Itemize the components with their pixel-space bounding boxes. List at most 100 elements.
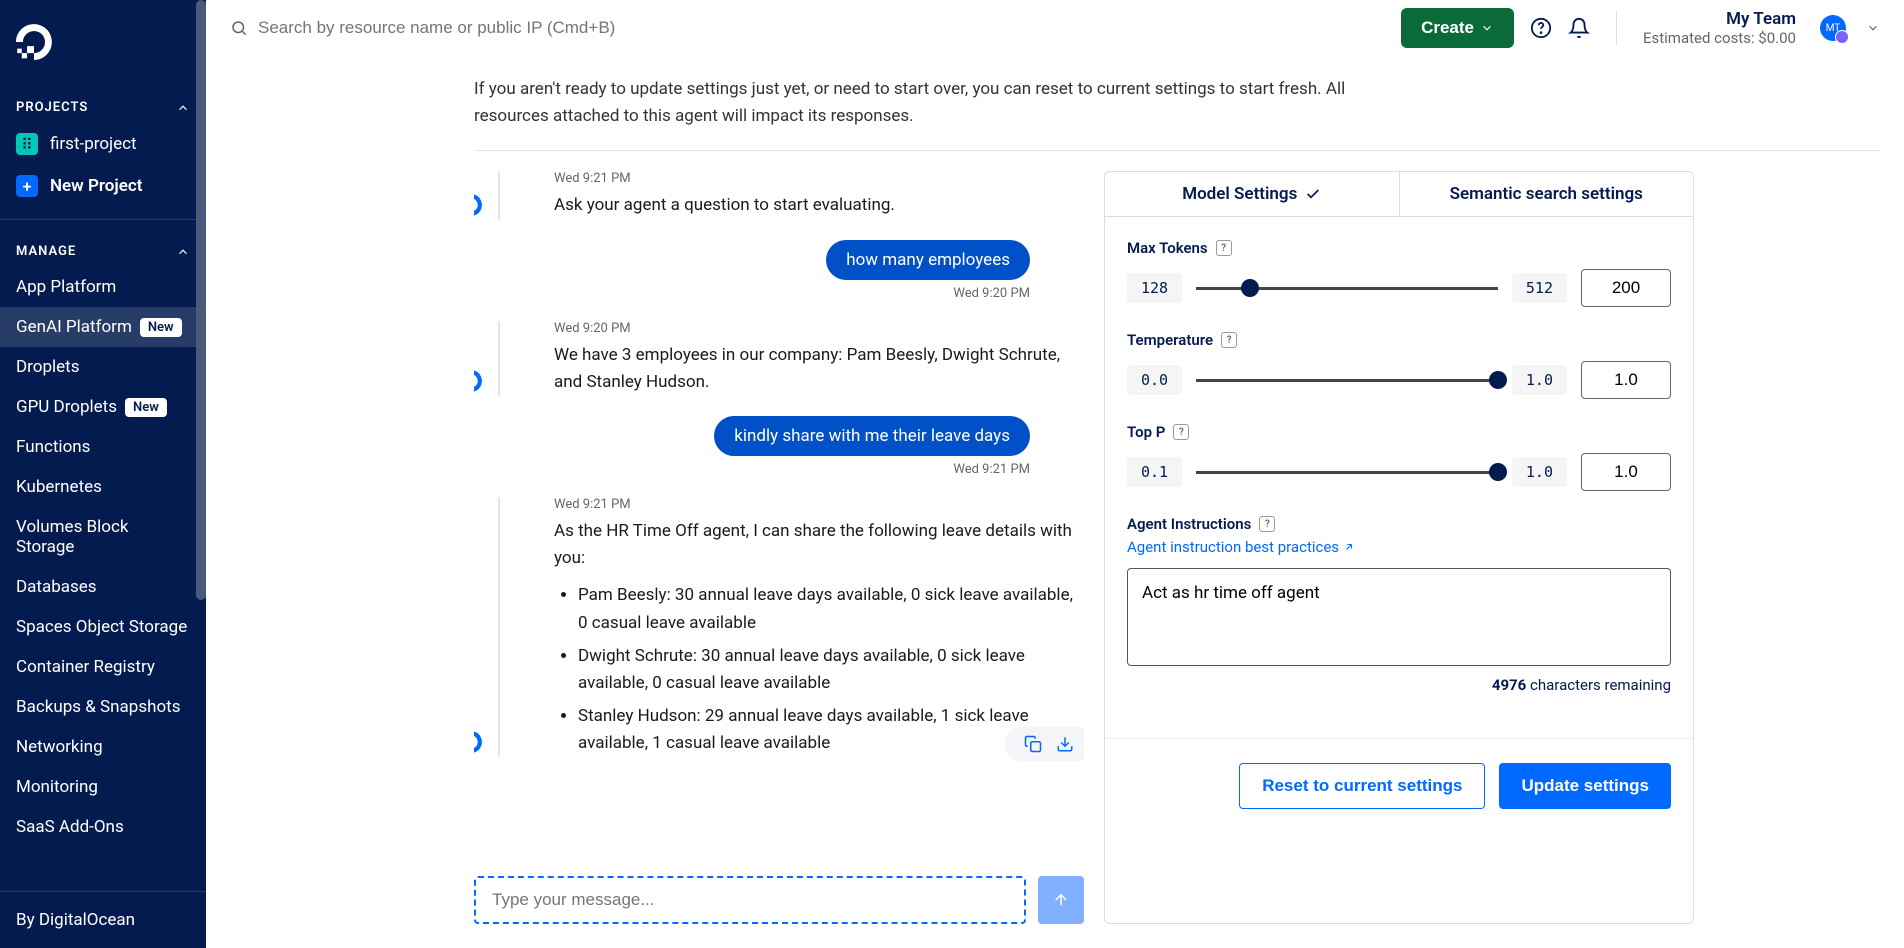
global-search[interactable] bbox=[230, 18, 678, 38]
char-count: 4976 characters remaining bbox=[1127, 676, 1671, 694]
sidebar-manage-item[interactable]: Backups & Snapshots bbox=[0, 687, 206, 727]
help-icon[interactable] bbox=[1530, 17, 1552, 39]
sidebar-manage-item[interactable]: Kubernetes bbox=[0, 467, 206, 507]
header-divider bbox=[1616, 11, 1617, 45]
help-icon[interactable]: ? bbox=[1259, 516, 1275, 532]
max-tokens-thumb[interactable] bbox=[1241, 279, 1259, 297]
user-bubble: kindly share with me their leave days bbox=[714, 416, 1030, 456]
team-avatar[interactable]: MT bbox=[1820, 15, 1846, 41]
temperature-input[interactable] bbox=[1581, 361, 1671, 399]
temperature-slider[interactable] bbox=[1196, 379, 1498, 382]
top-p-input[interactable] bbox=[1581, 453, 1671, 491]
sidebar-manage-item[interactable]: Monitoring bbox=[0, 767, 206, 807]
new-badge: New bbox=[140, 318, 182, 337]
sidebar-item-label: Backups & Snapshots bbox=[16, 697, 181, 717]
top-header: Create My Team Estimated costs: $0.00 MT bbox=[206, 0, 1904, 56]
list-item: Dwight Schrute: 30 annual leave days ava… bbox=[578, 643, 1084, 697]
bell-icon[interactable] bbox=[1568, 17, 1590, 39]
tab-semantic-search[interactable]: Semantic search settings bbox=[1400, 172, 1694, 217]
sidebar-new-project[interactable]: + New Project bbox=[0, 165, 206, 207]
sidebar-manage-item[interactable]: GPU Droplets New bbox=[0, 387, 206, 427]
chevron-up-icon bbox=[176, 101, 190, 115]
project-label: first-project bbox=[50, 134, 137, 154]
message-text: Ask your agent a question to start evalu… bbox=[554, 192, 1084, 219]
copy-icon[interactable] bbox=[1024, 735, 1042, 753]
projects-header-label: PROJECTS bbox=[16, 100, 88, 115]
max-tokens-max: 512 bbox=[1512, 273, 1567, 303]
message-timestamp: Wed 9:21 PM bbox=[554, 171, 1084, 186]
user-message: how many employeesWed 9:20 PM bbox=[498, 240, 1084, 301]
chat-input[interactable] bbox=[474, 876, 1026, 924]
project-icon: ⠿ bbox=[16, 133, 38, 155]
new-badge: New bbox=[125, 398, 167, 417]
agent-message: Wed 9:21 PM Ask your agent a question to … bbox=[498, 171, 1084, 219]
temperature-thumb[interactable] bbox=[1489, 371, 1507, 389]
list-item: Pam Beesly: 30 annual leave days availab… bbox=[578, 582, 1084, 636]
download-icon[interactable] bbox=[1056, 735, 1074, 753]
sidebar-manage-item[interactable]: Droplets bbox=[0, 347, 206, 387]
create-button[interactable]: Create bbox=[1401, 8, 1514, 48]
message-timestamp: Wed 9:20 PM bbox=[554, 321, 1084, 336]
max-tokens-input[interactable] bbox=[1581, 269, 1671, 307]
manage-section-toggle[interactable]: MANAGE bbox=[0, 232, 206, 267]
agent-avatar-icon bbox=[474, 366, 486, 396]
help-icon[interactable]: ? bbox=[1216, 240, 1232, 256]
agent-avatar-icon bbox=[474, 190, 486, 220]
sidebar-item-label: Droplets bbox=[16, 357, 79, 377]
message-text: We have 3 employees in our company: Pam … bbox=[554, 342, 1084, 396]
max-tokens-label: Max Tokens bbox=[1127, 239, 1208, 257]
sidebar-manage-item[interactable]: Functions bbox=[0, 427, 206, 467]
top-p-thumb[interactable] bbox=[1489, 463, 1507, 481]
tab-model-settings[interactable]: Model Settings bbox=[1105, 172, 1400, 217]
sidebar-item-label: Kubernetes bbox=[16, 477, 102, 497]
temperature-label: Temperature bbox=[1127, 331, 1213, 349]
account-chevron-icon[interactable] bbox=[1866, 21, 1880, 35]
sidebar-item-label: Functions bbox=[16, 437, 90, 457]
sidebar-item-label: GPU Droplets bbox=[16, 397, 117, 417]
help-icon[interactable]: ? bbox=[1173, 424, 1189, 440]
content-divider bbox=[474, 150, 1880, 151]
sidebar-manage-item[interactable]: Spaces Object Storage bbox=[0, 607, 206, 647]
sidebar-item-label: Monitoring bbox=[16, 777, 98, 797]
instructions-textarea[interactable] bbox=[1127, 568, 1671, 666]
max-tokens-slider[interactable] bbox=[1196, 287, 1498, 290]
brand-logo[interactable] bbox=[0, 0, 206, 88]
sidebar-manage-item[interactable]: Networking bbox=[0, 727, 206, 767]
temperature-min: 0.0 bbox=[1127, 365, 1182, 395]
sidebar-manage-item[interactable]: GenAI PlatformNew bbox=[0, 307, 206, 347]
check-icon bbox=[1305, 186, 1321, 202]
sidebar-project-first[interactable]: ⠿ first-project bbox=[0, 123, 206, 165]
projects-section-toggle[interactable]: PROJECTS bbox=[0, 88, 206, 123]
sidebar-item-label: Databases bbox=[16, 577, 97, 597]
instructions-best-practices-link[interactable]: Agent instruction best practices bbox=[1127, 538, 1355, 556]
plus-icon: + bbox=[16, 175, 38, 197]
sidebar-scrollbar[interactable] bbox=[196, 0, 206, 600]
settings-panel: Model Settings Semantic search settings … bbox=[1104, 171, 1694, 924]
search-input[interactable] bbox=[258, 18, 678, 38]
sidebar-divider bbox=[0, 219, 206, 220]
chevron-down-icon bbox=[1480, 21, 1494, 35]
sidebar-item-label: App Platform bbox=[16, 277, 116, 297]
user-message: kindly share with me their leave daysWed… bbox=[498, 416, 1084, 477]
cost-label: Estimated costs: $0.00 bbox=[1643, 29, 1796, 47]
sidebar-manage-item[interactable]: SaaS Add-Ons bbox=[0, 807, 206, 847]
sidebar-footer[interactable]: By DigitalOcean bbox=[0, 891, 206, 948]
reset-button[interactable]: Reset to current settings bbox=[1239, 763, 1485, 809]
sub-avatar-icon bbox=[1835, 30, 1849, 44]
help-icon[interactable]: ? bbox=[1221, 332, 1237, 348]
sidebar: PROJECTS ⠿ first-project + New Project M… bbox=[0, 0, 206, 948]
sidebar-item-label: SaaS Add-Ons bbox=[16, 817, 124, 837]
send-button[interactable] bbox=[1038, 876, 1084, 924]
sidebar-manage-item[interactable]: Databases bbox=[0, 567, 206, 607]
sidebar-item-label: Volumes Block Storage bbox=[16, 517, 190, 557]
sidebar-manage-item[interactable]: App Platform bbox=[0, 267, 206, 307]
top-p-slider[interactable] bbox=[1196, 471, 1498, 474]
chevron-up-icon bbox=[176, 245, 190, 259]
sidebar-manage-item[interactable]: Volumes Block Storage bbox=[0, 507, 206, 567]
message-actions bbox=[1004, 727, 1084, 761]
manage-header-label: MANAGE bbox=[16, 244, 76, 259]
message-timestamp: Wed 9:21 PM bbox=[554, 497, 1084, 512]
sidebar-manage-item[interactable]: Container Registry bbox=[0, 647, 206, 687]
new-project-label: New Project bbox=[50, 176, 142, 196]
update-button[interactable]: Update settings bbox=[1499, 763, 1671, 809]
